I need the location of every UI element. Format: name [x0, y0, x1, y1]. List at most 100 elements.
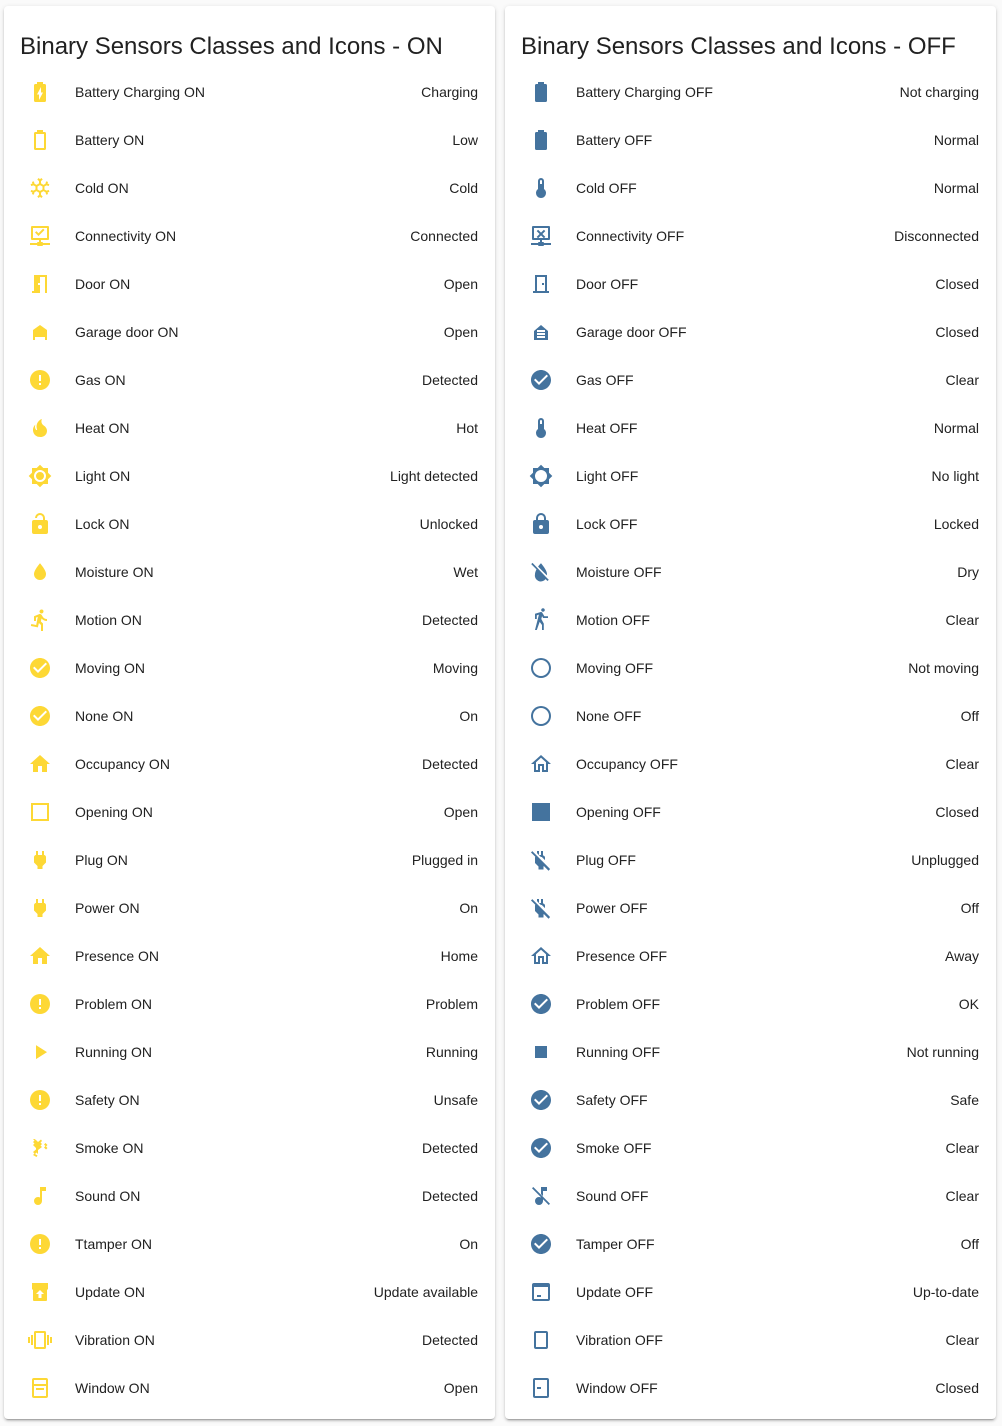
entity-row[interactable]: Running OFF Not running [505, 1028, 996, 1076]
entity-name[interactable]: Plug ON [75, 851, 128, 869]
entity-name[interactable]: Update OFF [576, 1283, 653, 1301]
entity-row[interactable]: Update OFF Up-to-date [505, 1268, 996, 1316]
entity-row[interactable]: Battery Charging ON Charging [4, 68, 495, 116]
entity-name[interactable]: Safety ON [75, 1091, 140, 1109]
entity-name[interactable]: Power OFF [576, 899, 648, 917]
entity-name[interactable]: Connectivity OFF [576, 227, 684, 245]
entity-row[interactable]: Gas ON Detected [4, 356, 495, 404]
entity-name[interactable]: Moisture ON [75, 563, 154, 581]
entity-row[interactable]: Safety OFF Safe [505, 1076, 996, 1124]
entity-name[interactable]: Update ON [75, 1283, 145, 1301]
thermometer-icon[interactable] [529, 416, 553, 440]
entity-row[interactable]: Vibration ON Detected [4, 1316, 495, 1364]
entity-row[interactable]: Motion ON Detected [4, 596, 495, 644]
check-circle-icon[interactable] [529, 1232, 553, 1256]
entity-name[interactable]: Sound OFF [576, 1187, 648, 1205]
entity-name[interactable]: Motion OFF [576, 611, 650, 629]
entity-row[interactable]: Window ON Open [4, 1364, 495, 1412]
play-icon[interactable] [28, 1040, 52, 1064]
entity-row[interactable]: Garage door ON Open [4, 308, 495, 356]
lock-open-icon[interactable] [28, 512, 52, 536]
entity-name[interactable]: Battery Charging OFF [576, 83, 713, 101]
brightness-outline-icon[interactable] [529, 464, 553, 488]
entity-name[interactable]: Lock OFF [576, 515, 637, 533]
entity-row[interactable]: Plug ON Plugged in [4, 836, 495, 884]
server-network-off-icon[interactable] [529, 224, 553, 248]
entity-name[interactable]: Gas OFF [576, 371, 634, 389]
entity-row[interactable]: Opening ON Open [4, 788, 495, 836]
entity-name[interactable]: Tamper OFF [576, 1235, 655, 1253]
entity-name[interactable]: Window ON [75, 1379, 150, 1397]
entity-row[interactable]: Occupancy OFF Clear [505, 740, 996, 788]
entity-name[interactable]: Moisture OFF [576, 563, 662, 581]
alert-circle-icon[interactable] [28, 1232, 52, 1256]
battery-outline-icon[interactable] [28, 128, 52, 152]
smoke-icon[interactable] [28, 1136, 52, 1160]
entity-name[interactable]: Occupancy OFF [576, 755, 678, 773]
home-outline-icon[interactable] [529, 752, 553, 776]
entity-name[interactable]: Problem OFF [576, 995, 660, 1013]
battery-icon[interactable] [529, 80, 553, 104]
entity-row[interactable]: Sound ON Detected [4, 1172, 495, 1220]
entity-row[interactable]: Vibration OFF Clear [505, 1316, 996, 1364]
entity-name[interactable]: Plug OFF [576, 851, 636, 869]
entity-name[interactable]: None ON [75, 707, 133, 725]
entity-row[interactable]: Ttamper ON On [4, 1220, 495, 1268]
crop-portrait-icon[interactable] [529, 1328, 553, 1352]
garage-open-icon[interactable] [28, 320, 52, 344]
entity-name[interactable]: Connectivity ON [75, 227, 176, 245]
entity-row[interactable]: Battery OFF Normal [505, 116, 996, 164]
server-network-icon[interactable] [28, 224, 52, 248]
entity-row[interactable]: Presence ON Home [4, 932, 495, 980]
entity-row[interactable]: None ON On [4, 692, 495, 740]
entity-name[interactable]: Light OFF [576, 467, 638, 485]
entity-row[interactable]: Light ON Light detected [4, 452, 495, 500]
power-plug-icon[interactable] [28, 896, 52, 920]
entity-name[interactable]: Running OFF [576, 1043, 660, 1061]
run-icon[interactable] [28, 608, 52, 632]
entity-row[interactable]: Smoke OFF Clear [505, 1124, 996, 1172]
entity-row[interactable]: Power ON On [4, 884, 495, 932]
alert-circle-icon[interactable] [28, 1088, 52, 1112]
entity-name[interactable]: Light ON [75, 467, 130, 485]
entity-row[interactable]: Moving OFF Not moving [505, 644, 996, 692]
water-icon[interactable] [28, 560, 52, 584]
vibrate-icon[interactable] [28, 1328, 52, 1352]
entity-name[interactable]: Cold ON [75, 179, 129, 197]
walk-icon[interactable] [529, 608, 553, 632]
power-plug-off-icon[interactable] [529, 896, 553, 920]
fire-icon[interactable] [28, 416, 52, 440]
entity-row[interactable]: Opening OFF Closed [505, 788, 996, 836]
entity-name[interactable]: Garage door OFF [576, 323, 687, 341]
garage-icon[interactable] [529, 320, 553, 344]
entity-row[interactable]: Garage door OFF Closed [505, 308, 996, 356]
home-icon[interactable] [28, 752, 52, 776]
window-closed-icon[interactable] [529, 1376, 553, 1400]
stop-icon[interactable] [529, 1040, 553, 1064]
entity-name[interactable]: Power ON [75, 899, 140, 917]
package-icon[interactable] [529, 1280, 553, 1304]
square-outline-icon[interactable] [28, 800, 52, 824]
window-open-icon[interactable] [28, 1376, 52, 1400]
music-note-off-icon[interactable] [529, 1184, 553, 1208]
entity-name[interactable]: Window OFF [576, 1379, 658, 1397]
home-outline-icon[interactable] [529, 944, 553, 968]
entity-name[interactable]: Smoke ON [75, 1139, 143, 1157]
entity-name[interactable]: Presence ON [75, 947, 159, 965]
entity-name[interactable]: Heat OFF [576, 419, 637, 437]
entity-name[interactable]: Vibration OFF [576, 1331, 663, 1349]
entity-row[interactable]: Safety ON Unsafe [4, 1076, 495, 1124]
package-up-icon[interactable] [28, 1280, 52, 1304]
music-note-icon[interactable] [28, 1184, 52, 1208]
entity-row[interactable]: Door ON Open [4, 260, 495, 308]
entity-name[interactable]: Opening ON [75, 803, 153, 821]
entity-name[interactable]: Presence OFF [576, 947, 667, 965]
check-circle-icon[interactable] [529, 1088, 553, 1112]
entity-row[interactable]: Tamper OFF Off [505, 1220, 996, 1268]
entity-name[interactable]: Problem ON [75, 995, 152, 1013]
entity-row[interactable]: Connectivity ON Connected [4, 212, 495, 260]
entity-row[interactable]: Connectivity OFF Disconnected [505, 212, 996, 260]
entity-row[interactable]: Occupancy ON Detected [4, 740, 495, 788]
entity-name[interactable]: Door ON [75, 275, 130, 293]
entity-row[interactable]: Cold OFF Normal [505, 164, 996, 212]
